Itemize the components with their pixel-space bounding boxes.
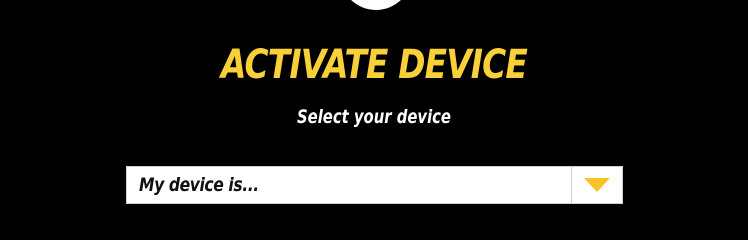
logo [340,0,412,10]
page-title: ACTIVATE DEVICE [220,42,528,88]
device-select[interactable]: My device is... [126,166,623,204]
device-select-toggle[interactable] [571,167,622,203]
device-select-value: My device is... [127,167,571,203]
page: ACTIVATE DEVICE Select your device My de… [0,0,748,210]
chevron-down-icon [584,178,610,192]
page-subtitle: Select your device [296,106,451,128]
device-select-value-text: My device is... [139,174,259,196]
